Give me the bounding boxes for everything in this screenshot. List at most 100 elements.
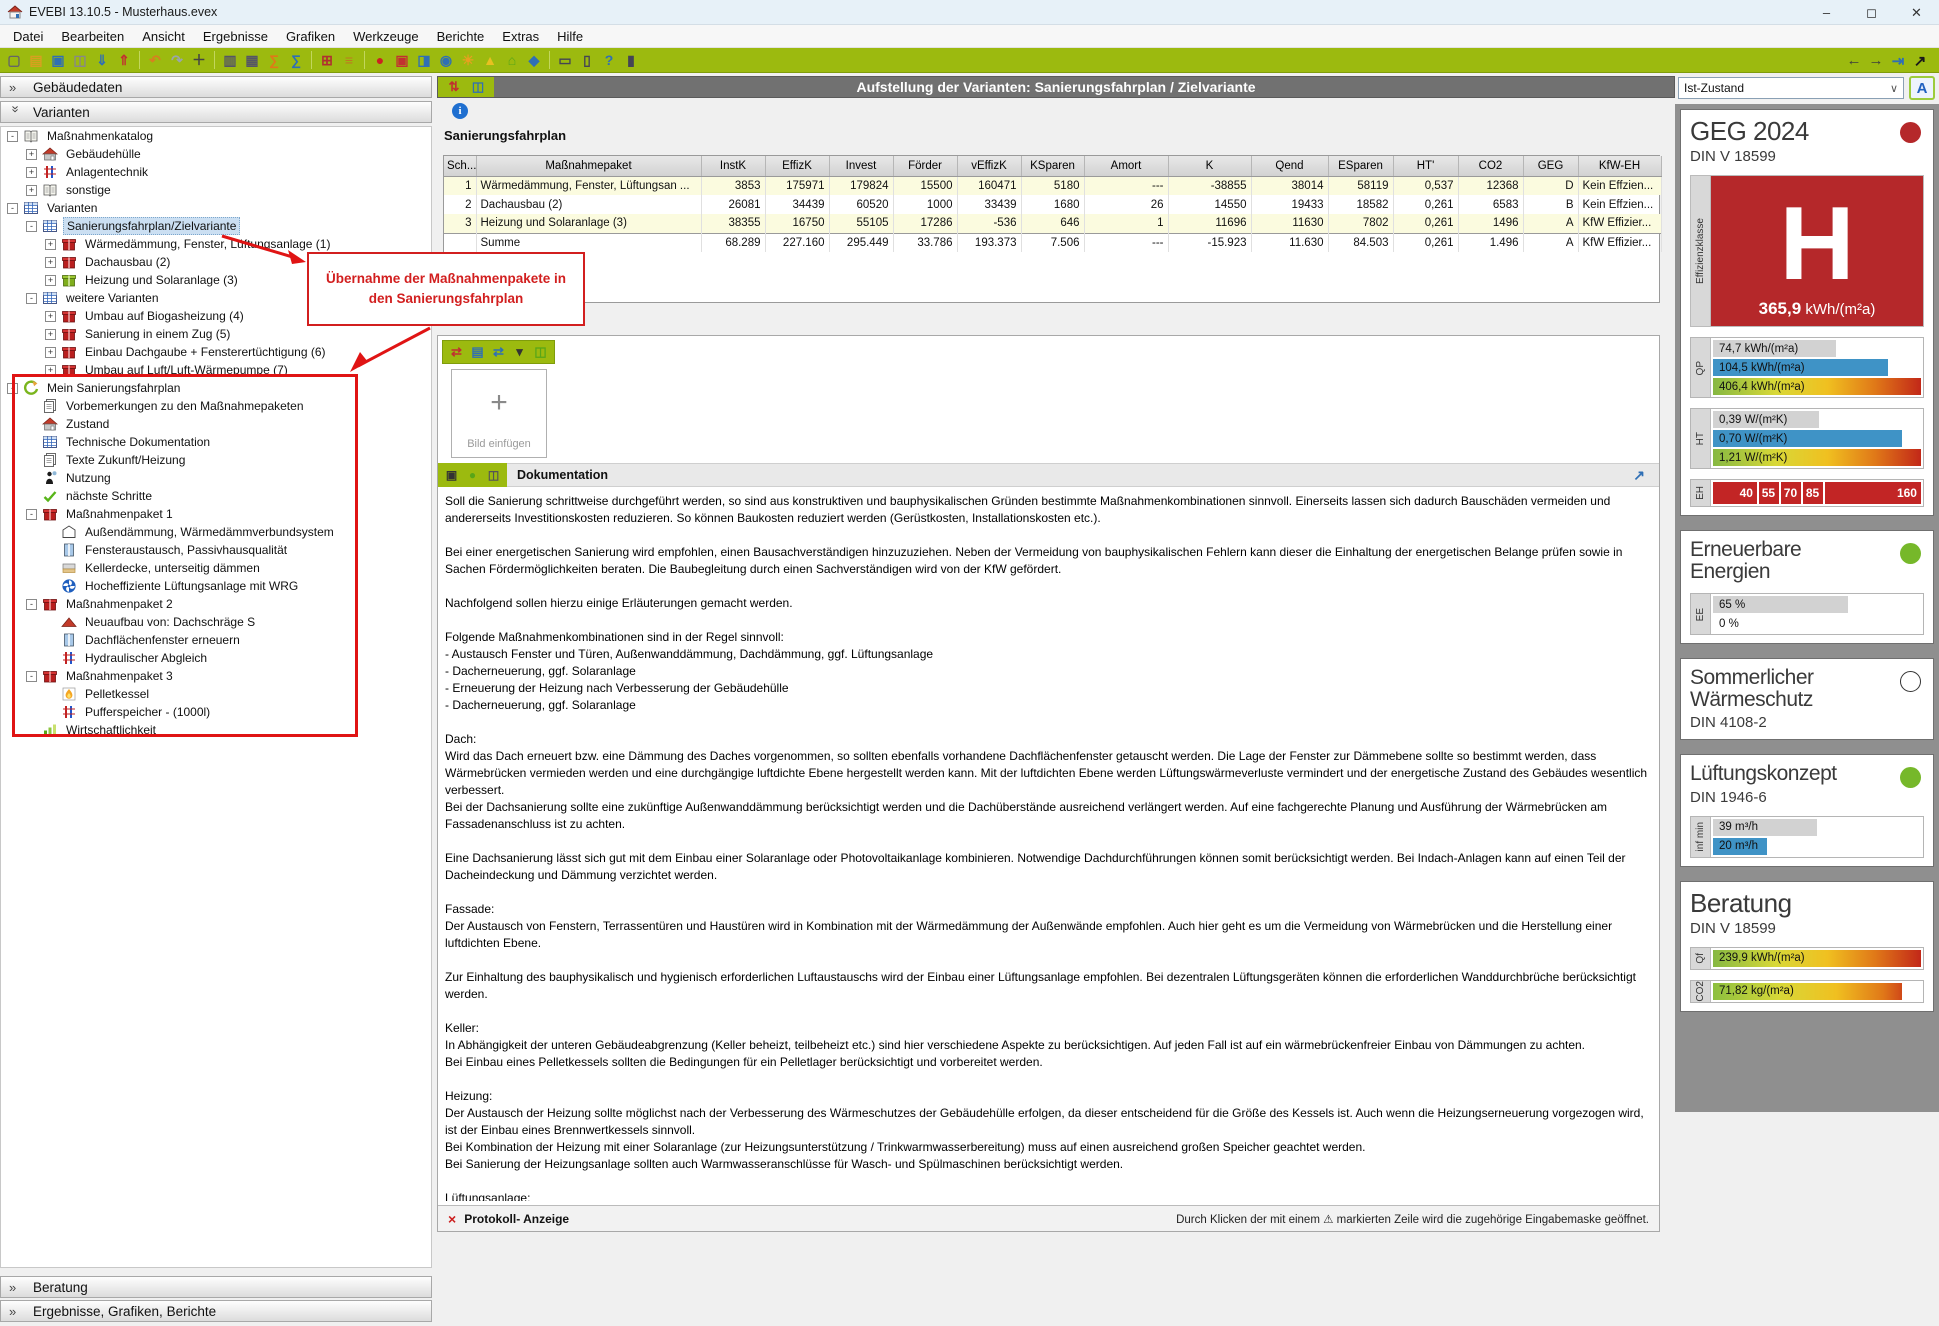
tree-item[interactable]: Neuaufbau von: Dachschräge S xyxy=(1,613,431,631)
expand-icon[interactable]: + xyxy=(45,239,56,250)
tree-item[interactable]: Pelletkessel xyxy=(1,685,431,703)
tree-item[interactable]: +Gebäudehülle xyxy=(1,145,431,163)
tree-item[interactable]: Außendämmung, Wärmedämmverbundsystem xyxy=(1,523,431,541)
expand-icon[interactable]: + xyxy=(26,149,37,160)
column-header[interactable]: KfW-EH xyxy=(1578,156,1661,176)
edit-arrow-icon[interactable]: ↗ xyxy=(1633,467,1645,484)
menu-ergebnisse[interactable]: Ergebnisse xyxy=(194,26,277,47)
tree-item[interactable]: -Varianten xyxy=(1,199,431,217)
tree-item[interactable]: Texte Zukunft/Heizung xyxy=(1,451,431,469)
tree-item[interactable]: Wirtschaftlichkeit xyxy=(1,721,431,739)
info-icon[interactable]: i xyxy=(452,103,468,119)
tree-item[interactable]: Hydraulischer Abgleich xyxy=(1,649,431,667)
record-icon[interactable]: ● xyxy=(370,50,390,70)
variant-window-icon[interactable]: ◫ xyxy=(467,78,489,96)
tree-item[interactable]: -Maßnahmenpaket 3 xyxy=(1,667,431,685)
collapse-icon[interactable]: - xyxy=(7,203,18,214)
tree-item[interactable]: Nutzung xyxy=(1,469,431,487)
text-blocks-icon[interactable]: ● xyxy=(463,466,482,485)
structure-icon[interactable]: ⊞ xyxy=(317,50,337,70)
transfer-variant-icon[interactable]: ⇄ xyxy=(489,343,508,362)
house-check-icon[interactable]: ⌂ xyxy=(502,50,522,70)
apply-measures-icon[interactable]: ⇄ xyxy=(447,343,466,362)
sidebar-section-varianten[interactable]: » Varianten xyxy=(0,101,432,123)
tree-item[interactable]: -Maßnahmenpaket 1 xyxy=(1,505,431,523)
variant-sync-icon[interactable]: ⇅ xyxy=(443,78,465,96)
column-header[interactable]: HT' xyxy=(1393,156,1458,176)
energy-icon[interactable]: ▲ xyxy=(480,50,500,70)
menu-bearbeiten[interactable]: Bearbeiten xyxy=(52,26,133,47)
tree-item[interactable]: +Umbau auf Luft/Luft-Wärmepumpe (7) xyxy=(1,361,431,379)
back-icon[interactable]: ← xyxy=(1844,51,1864,71)
collapse-icon[interactable]: - xyxy=(26,293,37,304)
collapse-icon[interactable]: - xyxy=(26,599,37,610)
sun-icon[interactable]: ☀ xyxy=(458,50,478,70)
sum-orange-icon[interactable]: ∑ xyxy=(264,50,284,70)
tree-list-icon[interactable]: ≡ xyxy=(339,50,359,70)
menu-berichte[interactable]: Berichte xyxy=(428,26,494,47)
minimize-button[interactable]: – xyxy=(1804,0,1849,25)
expand-icon[interactable]: + xyxy=(45,347,56,358)
close-protocol-icon[interactable]: × xyxy=(448,1211,456,1227)
monitor-icon[interactable]: ▭ xyxy=(555,50,575,70)
tree-item[interactable]: Hocheffiziente Lüftungsanlage mit WRG xyxy=(1,577,431,595)
wizard-icon[interactable]: ＋ xyxy=(189,50,209,70)
screen-icon[interactable]: ▮ xyxy=(621,50,641,70)
expand-icon[interactable]: + xyxy=(45,275,56,286)
kfw-bank-icon[interactable]: ◆ xyxy=(524,50,544,70)
table-row[interactable]: 2Dachausbau (2)2608134439605201000334391… xyxy=(444,195,1661,214)
tree-item[interactable]: -Maßnahmenkatalog xyxy=(1,127,431,145)
tree-item[interactable]: Fensteraustausch, Passivhausqualität xyxy=(1,541,431,559)
expand-icon[interactable]: + xyxy=(26,185,37,196)
import-icon[interactable]: ⇓ xyxy=(92,50,112,70)
column-header[interactable]: InstK xyxy=(701,156,765,176)
collapse-icon[interactable]: - xyxy=(26,671,37,682)
sidebar-section-ergebnisse[interactable]: » Ergebnisse, Grafiken, Berichte xyxy=(0,1300,432,1322)
collapse-icon[interactable]: - xyxy=(26,509,37,520)
copy-image-icon[interactable]: ◫ xyxy=(531,343,550,362)
expand-icon[interactable]: + xyxy=(45,329,56,340)
tree-item[interactable]: +Einbau Dachgaube + Fensterertüchtigung … xyxy=(1,343,431,361)
save-text-icon[interactable]: ▣ xyxy=(442,466,461,485)
tree-item[interactable]: +sonstige xyxy=(1,181,431,199)
sidebar-section-beratung[interactable]: » Beratung xyxy=(0,1276,432,1298)
collapse-icon[interactable]: - xyxy=(26,221,37,232)
tree-item[interactable]: Zustand xyxy=(1,415,431,433)
expand-icon[interactable]: + xyxy=(26,167,37,178)
efficiency-class-button[interactable]: A xyxy=(1909,76,1935,100)
column-header[interactable]: EffizK xyxy=(765,156,829,176)
variants-table[interactable]: Sch...MaßnahmepaketInstKEffizKInvestFörd… xyxy=(444,156,1662,252)
tree-item[interactable]: nächste Schritte xyxy=(1,487,431,505)
tree-item[interactable]: -Maßnahmenpaket 2 xyxy=(1,595,431,613)
goto-end-icon[interactable]: ⇥ xyxy=(1888,51,1908,71)
tree-item[interactable]: -Mein Sanierungsfahrplan xyxy=(1,379,431,397)
chart-icon[interactable]: ↗ xyxy=(1910,51,1930,71)
help-icon[interactable]: ? xyxy=(599,50,619,70)
column-header[interactable]: GEG xyxy=(1523,156,1578,176)
menu-datei[interactable]: Datei xyxy=(4,26,52,47)
redo-icon[interactable]: ↷ xyxy=(167,50,187,70)
save-icon[interactable]: ▣ xyxy=(48,50,68,70)
report-icon[interactable]: ▥ xyxy=(220,50,240,70)
undo-icon[interactable]: ↶ xyxy=(145,50,165,70)
export-icon[interactable]: ⇑ xyxy=(114,50,134,70)
close-button[interactable]: ✕ xyxy=(1894,0,1939,25)
column-header[interactable]: Förder xyxy=(893,156,957,176)
forward-icon[interactable]: → xyxy=(1866,51,1886,71)
column-header[interactable]: Amort xyxy=(1084,156,1168,176)
tree-item[interactable]: +Wärmedämmung, Fenster, Lüftungsanlage (… xyxy=(1,235,431,253)
column-header[interactable]: Sch... xyxy=(444,156,476,176)
sidebar-section-gebaeudedaten[interactable]: » Gebäudedaten xyxy=(0,76,432,98)
variants-icon[interactable]: ◨ xyxy=(414,50,434,70)
collapse-icon[interactable]: - xyxy=(7,383,18,394)
column-header[interactable]: Qend xyxy=(1251,156,1328,176)
state-selector[interactable]: Ist-Zustand ∨ xyxy=(1678,77,1904,99)
collapse-icon[interactable]: - xyxy=(7,131,18,142)
menu-extras[interactable]: Extras xyxy=(493,26,548,47)
documentation-text[interactable]: Soll die Sanierung schrittweise durchgef… xyxy=(445,493,1653,1201)
document-icon[interactable]: ▯ xyxy=(577,50,597,70)
tree-item[interactable]: -Sanierungsfahrplan/Zielvariante xyxy=(1,217,431,235)
tree-item[interactable]: Pufferspeicher - (1000l) xyxy=(1,703,431,721)
tree-item[interactable]: Vorbemerkungen zu den Maßnahmepaketen xyxy=(1,397,431,415)
copy-text-icon[interactable]: ◫ xyxy=(484,466,503,485)
